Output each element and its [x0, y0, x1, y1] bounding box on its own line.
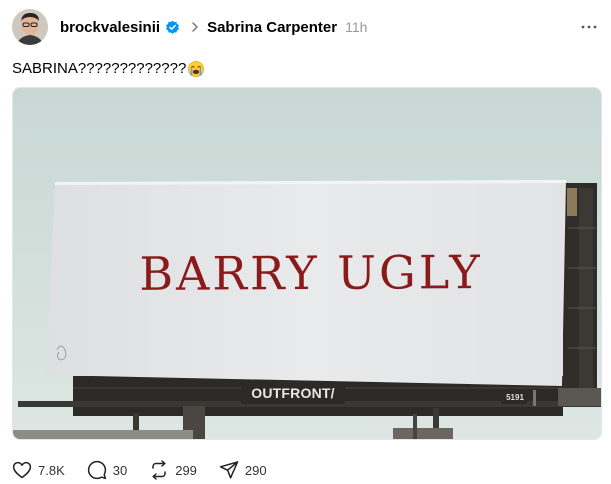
post-actions: 7.8K 30 299 290 [12, 459, 289, 481]
post-image[interactable]: BARRY UGLY OUTFRONT/ 5191 [12, 87, 602, 440]
reply-button[interactable]: 30 [87, 460, 127, 480]
repost-icon [152, 460, 166, 480]
community-name[interactable]: Sabrina Carpenter [207, 19, 337, 36]
chevron-right-icon [192, 22, 198, 32]
author-username[interactable]: brockvalesinii [60, 19, 160, 36]
avatar[interactable] [12, 9, 48, 45]
more-options-button[interactable] [578, 17, 600, 37]
reply-count: 30 [112, 462, 128, 478]
post-body: SABRINA????????????? [12, 60, 187, 77]
share-count: 290 [244, 462, 267, 478]
repost-count: 299 [175, 462, 197, 478]
repost-button[interactable]: 299 [149, 460, 197, 480]
share-button[interactable]: 290 [219, 460, 267, 480]
billboard-operator-logo: OUTFRONT/ [251, 385, 335, 401]
post-header: brockvalesinii Sabrina Carpenter 11h [12, 9, 602, 45]
send-icon [219, 461, 239, 479]
post-timestamp: 11h [345, 19, 368, 35]
comment-icon [87, 460, 106, 480]
ellipsis-icon [581, 25, 597, 29]
like-button[interactable]: 7.8K [12, 461, 65, 479]
billboard-text: BARRY UGLY [139, 245, 483, 301]
like-count: 7.8K [38, 462, 65, 478]
billboard-panel-number: 5191 [506, 393, 524, 402]
verified-badge-icon [166, 20, 180, 34]
loudly-crying-face-emoji-icon [188, 60, 205, 78]
post-text: SABRINA????????????? [12, 60, 205, 78]
heart-icon [12, 461, 32, 479]
